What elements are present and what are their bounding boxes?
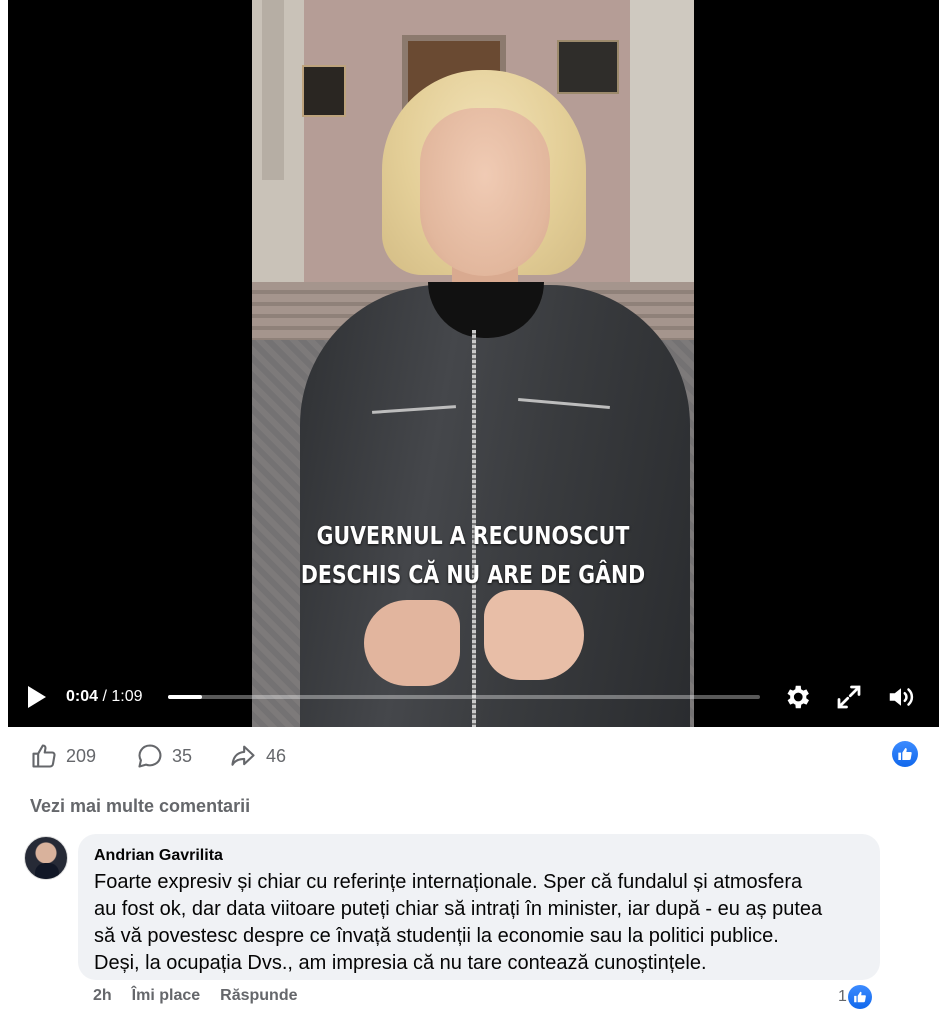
settings-icon[interactable]	[782, 682, 812, 712]
building-plaque-right	[557, 40, 619, 94]
comment-text-line: Deși, la ocupația Dvs., am impresia că n…	[94, 952, 707, 974]
comment-icon	[138, 744, 162, 768]
like-count: 209	[66, 745, 97, 766]
building-plaque-left	[302, 65, 346, 117]
video-player[interactable]: GUVERNUL A RECUNOSCUT DESCHIS CĂ NU ARE …	[8, 0, 939, 727]
comment-reactions[interactable]: 1	[838, 985, 872, 1009]
progress-fill	[168, 695, 203, 699]
comment-author[interactable]: Andrian Gavrilita	[94, 846, 864, 866]
fullscreen-icon[interactable]	[834, 682, 864, 712]
comment-reply-button[interactable]: Răspunde	[220, 987, 297, 1005]
current-time: 0:04	[66, 688, 99, 705]
comment-timestamp[interactable]: 2h	[93, 987, 112, 1005]
thumbs-up-icon	[898, 748, 912, 761]
speaker-hand-right	[484, 590, 584, 680]
comment-meta: 2h Îmi place Răspunde	[93, 987, 298, 1005]
speaker-face	[420, 108, 550, 276]
share-button[interactable]: 46	[228, 741, 286, 771]
facebook-post: GUVERNUL A RECUNOSCUT DESCHIS CĂ NU ARE …	[0, 0, 939, 1024]
caption-line-1: GUVERNUL A RECUNOSCUT	[316, 521, 630, 550]
comment-text-line: Foarte expresiv și chiar cu referințe in…	[94, 871, 803, 893]
comment-text-line: au fost ok, dar data viitoare puteți chi…	[94, 898, 823, 920]
video-caption: GUVERNUL A RECUNOSCUT DESCHIS CĂ NU ARE …	[292, 516, 654, 594]
comment-text: Foarte expresiv și chiar cu referințe in…	[94, 869, 864, 977]
comment-count: 35	[172, 745, 193, 766]
comment-text-line: să vă povestesc despre ce învață studenț…	[94, 925, 779, 947]
video-controls: 0:04 / 1:09	[8, 670, 939, 727]
video-frame[interactable]: GUVERNUL A RECUNOSCUT DESCHIS CĂ NU ARE …	[252, 0, 694, 727]
reaction-like-icon	[847, 985, 872, 1009]
video-duration: 1:09	[111, 688, 143, 705]
share-count: 46	[266, 745, 287, 766]
avatar[interactable]	[24, 836, 68, 880]
comment-button[interactable]: 35	[136, 741, 192, 771]
caption-line-2: DESCHIS CĂ NU ARE DE GÂND	[300, 560, 646, 589]
comment-like-button[interactable]: Îmi place	[132, 987, 200, 1005]
volume-icon[interactable]	[886, 682, 916, 712]
like-button[interactable]: 209	[30, 741, 96, 771]
reaction-like-icon[interactable]	[892, 741, 918, 767]
video-time: 0:04 / 1:09	[66, 688, 143, 705]
post-actions: 209 35 46	[0, 727, 939, 785]
play-icon[interactable]	[28, 686, 46, 708]
view-more-comments-link[interactable]: Vezi mai multe comentarii	[30, 796, 250, 817]
comment-bubble: Andrian Gavrilita Foarte expresiv și chi…	[78, 834, 880, 980]
progress-bar[interactable]	[168, 695, 760, 699]
thumbs-up-icon	[854, 991, 866, 1003]
comment-like-count: 1	[838, 988, 847, 1005]
share-icon	[231, 745, 255, 766]
thumbs-up-icon	[32, 744, 56, 768]
